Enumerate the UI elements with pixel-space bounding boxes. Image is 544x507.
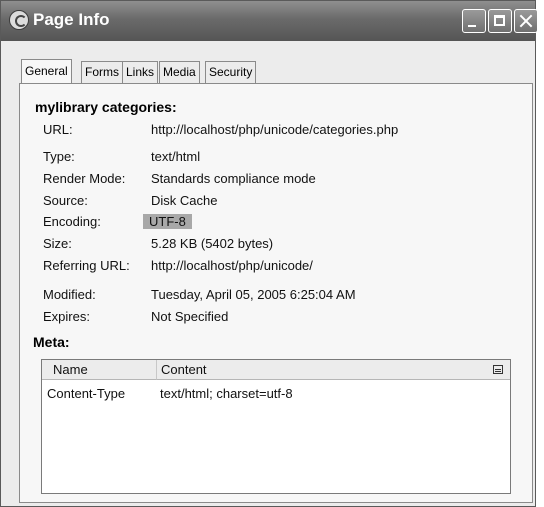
referring-url-value[interactable]: http://localhost/php/unicode/	[151, 258, 313, 273]
url-label: URL:	[43, 122, 73, 137]
tab-links[interactable]: Links	[122, 61, 159, 83]
tab-media[interactable]: Media	[159, 61, 200, 83]
tab-forms[interactable]: Forms	[81, 61, 123, 83]
minimize-icon[interactable]	[462, 9, 486, 33]
expires-value[interactable]: Not Specified	[151, 309, 228, 324]
render-mode-label: Render Mode:	[43, 171, 126, 186]
column-header-content[interactable]: Content	[157, 360, 488, 380]
page-info-window: Page Info General Forms Links Media Secu…	[0, 0, 538, 507]
tab-security[interactable]: Security	[205, 61, 257, 83]
size-value[interactable]: 5.28 KB (5402 bytes)	[151, 236, 273, 251]
url-value[interactable]: http://localhost/php/unicode/categories.…	[151, 122, 398, 137]
column-header-name[interactable]: Name	[42, 360, 157, 380]
modified-value[interactable]: Tuesday, April 05, 2005 6:25:04 AM	[151, 287, 356, 302]
referring-url-label: Referring URL:	[43, 258, 130, 273]
source-value[interactable]: Disk Cache	[151, 193, 217, 208]
source-label: Source:	[43, 193, 88, 208]
meta-row-content[interactable]: text/html; charset=utf-8	[160, 386, 293, 401]
type-value[interactable]: text/html	[151, 149, 200, 164]
expires-label: Expires:	[43, 309, 90, 324]
meta-table[interactable]: Name Content Content-Type text/html; cha…	[41, 359, 511, 494]
size-label: Size:	[43, 236, 72, 251]
tab-general[interactable]: General	[21, 59, 72, 83]
firefox-icon	[9, 10, 29, 30]
maximize-icon[interactable]	[488, 9, 512, 33]
meta-section-title: Meta:	[33, 334, 70, 350]
window-title: Page Info	[33, 10, 110, 29]
close-icon[interactable]	[514, 9, 538, 33]
encoding-value[interactable]: UTF-8	[143, 214, 192, 229]
column-picker-button[interactable]	[488, 360, 510, 380]
title-bar[interactable]: Page Info	[1, 1, 538, 41]
type-label: Type:	[43, 149, 75, 164]
encoding-label: Encoding:	[43, 214, 101, 229]
render-mode-value[interactable]: Standards compliance mode	[151, 171, 316, 186]
column-picker-icon	[493, 365, 503, 374]
meta-row-name[interactable]: Content-Type	[47, 386, 125, 401]
modified-label: Modified:	[43, 287, 96, 302]
page-title: mylibrary categories:	[35, 99, 177, 115]
